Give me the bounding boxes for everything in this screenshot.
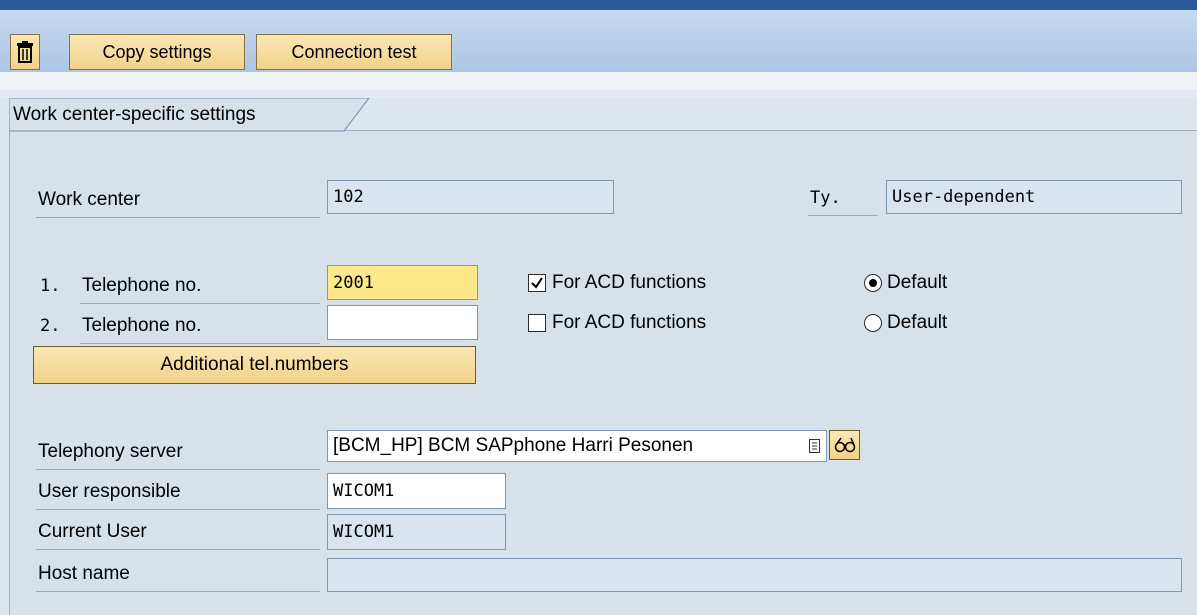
toolbar-separator xyxy=(0,72,1197,90)
delete-button[interactable] xyxy=(10,34,40,70)
type-field: User-dependent xyxy=(886,180,1182,214)
phone1-label: Telephone no. xyxy=(80,268,320,304)
tab-work-center-settings[interactable]: Work center-specific settings xyxy=(9,98,256,132)
phone2-field[interactable] xyxy=(327,305,478,340)
value-help-button[interactable] xyxy=(829,430,860,460)
connection-test-button[interactable]: Connection test xyxy=(256,34,452,70)
telephony-server-field[interactable]: [BCM_HP] BCM SAPphone Harri Pesonen xyxy=(327,430,827,462)
work-center-field: 102 xyxy=(327,180,614,214)
host-name-label: Host name xyxy=(36,556,320,592)
phone1-acd-label: For ACD functions xyxy=(552,272,707,293)
document-icon xyxy=(809,439,820,453)
window-top-strip xyxy=(0,0,1197,10)
toolbar-separator-lower xyxy=(0,90,1197,98)
telephony-server-value: [BCM_HP] BCM SAPphone Harri Pesonen xyxy=(333,435,694,456)
phone2-label: Telephone no. xyxy=(80,308,320,344)
phone1-default-radio[interactable] xyxy=(864,274,882,292)
phone2-acd-label: For ACD functions xyxy=(552,312,707,333)
current-user-label: Current User xyxy=(36,514,320,550)
user-responsible-field[interactable]: WICOM1 xyxy=(327,473,506,509)
additional-tel-numbers-button[interactable]: Additional tel.numbers xyxy=(33,346,476,384)
application-toolbar: Copy settings Connection test xyxy=(0,10,1197,72)
phone1-field[interactable]: 2001 xyxy=(327,265,478,300)
checkmark-icon xyxy=(531,277,543,289)
trash-icon xyxy=(17,41,33,63)
phone2-acd-checkbox[interactable] xyxy=(528,314,546,332)
type-label: Ty. xyxy=(808,180,878,216)
work-center-label: Work center xyxy=(36,182,320,218)
phone1-default-label: Default xyxy=(887,272,948,293)
phone2-default-radio[interactable] xyxy=(864,314,882,332)
copy-settings-button[interactable]: Copy settings xyxy=(69,34,245,70)
telephony-server-label: Telephony server xyxy=(36,434,320,470)
phone2-default-label: Default xyxy=(887,312,948,333)
user-responsible-label: User responsible xyxy=(36,474,320,510)
radio-selected-dot xyxy=(869,279,877,287)
phone2-index: 2. xyxy=(40,316,61,336)
phone1-index: 1. xyxy=(40,276,61,296)
glasses-icon xyxy=(834,437,855,453)
host-name-field xyxy=(327,558,1182,592)
current-user-field: WICOM1 xyxy=(327,514,506,550)
phone1-acd-checkbox[interactable] xyxy=(528,274,546,292)
